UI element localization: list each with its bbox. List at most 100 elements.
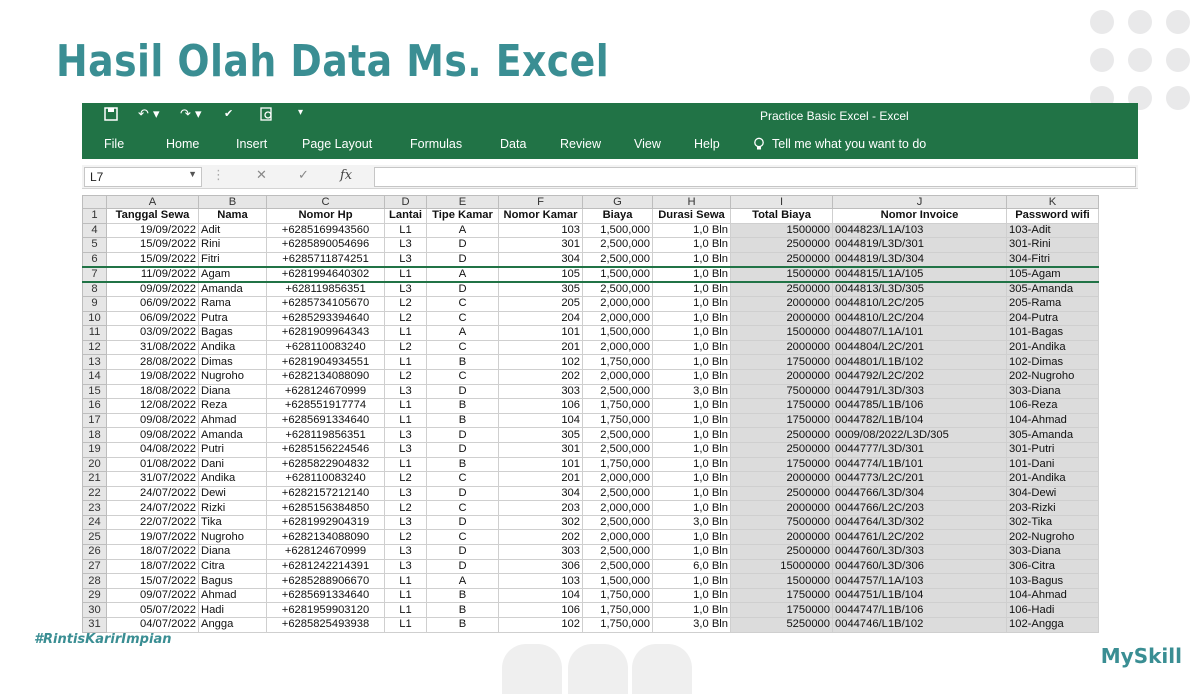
table-cell[interactable]: 1,750,000 bbox=[582, 398, 653, 414]
chevron-down-icon[interactable]: ▼ bbox=[188, 169, 197, 179]
table-cell[interactable]: L1 bbox=[384, 602, 427, 619]
table-cell[interactable]: 19/09/2022 bbox=[106, 222, 199, 239]
table-cell[interactable]: 09/08/2022 bbox=[106, 412, 199, 429]
table-cell[interactable]: 1,0 Bln bbox=[652, 310, 731, 327]
table-cell[interactable]: 302 bbox=[498, 514, 583, 531]
table-cell[interactable]: 1,0 Bln bbox=[652, 587, 731, 604]
table-cell[interactable]: 303 bbox=[498, 544, 583, 560]
column-header[interactable]: B bbox=[198, 195, 267, 209]
column-header[interactable]: G bbox=[582, 195, 653, 209]
table-cell[interactable]: 0044766/L3D/304 bbox=[832, 485, 1007, 502]
table-cell[interactable]: L1 bbox=[384, 617, 427, 633]
table-cell[interactable]: Andika bbox=[198, 471, 267, 487]
table-cell[interactable]: 2500000 bbox=[730, 544, 833, 560]
header-cell[interactable]: Tanggal Sewa bbox=[106, 208, 199, 224]
tab-review[interactable]: Review bbox=[560, 137, 601, 151]
header-cell[interactable]: Durasi Sewa bbox=[652, 208, 731, 224]
tab-view[interactable]: View bbox=[634, 137, 661, 151]
table-cell[interactable]: +628119856351 bbox=[266, 427, 385, 443]
table-cell[interactable]: 03/09/2022 bbox=[106, 325, 199, 341]
table-cell[interactable]: 304-Fitri bbox=[1006, 251, 1099, 268]
table-cell[interactable]: 0044773/L2C/201 bbox=[832, 471, 1007, 487]
table-cell[interactable]: D bbox=[426, 544, 499, 560]
table-cell[interactable]: 0044815/L1A/105 bbox=[832, 265, 1007, 283]
table-cell[interactable]: D bbox=[426, 383, 499, 400]
table-cell[interactable]: 101 bbox=[498, 456, 583, 473]
table-cell[interactable]: 1,0 Bln bbox=[652, 398, 731, 414]
row-number[interactable]: 30 bbox=[82, 602, 107, 619]
table-cell[interactable]: 15/09/2022 bbox=[106, 251, 199, 268]
table-cell[interactable]: 303-Diana bbox=[1006, 544, 1099, 560]
table-cell[interactable]: B bbox=[426, 587, 499, 604]
table-cell[interactable]: 1,0 Bln bbox=[652, 222, 731, 239]
table-cell[interactable]: Nugroho bbox=[198, 368, 267, 385]
table-cell[interactable]: 3,0 Bln bbox=[652, 383, 731, 400]
table-cell[interactable]: 0044823/L1A/103 bbox=[832, 222, 1007, 239]
table-cell[interactable]: +6285169943560 bbox=[266, 222, 385, 239]
table-cell[interactable]: L1 bbox=[384, 412, 427, 429]
table-cell[interactable]: 1,0 Bln bbox=[652, 237, 731, 253]
table-cell[interactable]: L1 bbox=[384, 325, 427, 341]
table-cell[interactable]: 102 bbox=[498, 354, 583, 370]
table-cell[interactable]: 1,0 Bln bbox=[652, 485, 731, 502]
row-number[interactable]: 26 bbox=[82, 544, 107, 560]
table-cell[interactable]: A bbox=[426, 325, 499, 341]
table-cell[interactable]: L3 bbox=[384, 441, 427, 458]
table-cell[interactable]: 305 bbox=[498, 427, 583, 443]
table-cell[interactable]: 1,0 Bln bbox=[652, 529, 731, 546]
table-cell[interactable]: 1,750,000 bbox=[582, 412, 653, 429]
table-cell[interactable]: Ahmad bbox=[198, 412, 267, 429]
table-cell[interactable]: C bbox=[426, 310, 499, 327]
column-header[interactable]: K bbox=[1006, 195, 1099, 209]
table-cell[interactable]: 1750000 bbox=[730, 587, 833, 604]
table-cell[interactable]: 1,750,000 bbox=[582, 354, 653, 370]
table-cell[interactable]: 0044810/L2C/205 bbox=[832, 295, 1007, 312]
function-icon[interactable]: fx bbox=[340, 168, 352, 183]
row-number[interactable]: 21 bbox=[82, 471, 107, 487]
table-cell[interactable]: +6285890054696 bbox=[266, 237, 385, 253]
table-cell[interactable]: 2000000 bbox=[730, 471, 833, 487]
table-cell[interactable]: 105-Agam bbox=[1006, 265, 1099, 283]
table-cell[interactable]: C bbox=[426, 295, 499, 312]
row-number[interactable]: 7 bbox=[82, 265, 107, 283]
customize-icon[interactable]: ▾ bbox=[298, 107, 303, 118]
table-cell[interactable]: 0044819/L3D/301 bbox=[832, 237, 1007, 253]
table-cell[interactable]: Amanda bbox=[198, 281, 267, 297]
table-cell[interactable]: B bbox=[426, 354, 499, 370]
table-cell[interactable]: 102 bbox=[498, 617, 583, 633]
table-cell[interactable]: 09/09/2022 bbox=[106, 281, 199, 297]
table-cell[interactable]: C bbox=[426, 471, 499, 487]
table-cell[interactable]: 0044751/L1B/104 bbox=[832, 587, 1007, 604]
row-number[interactable]: 9 bbox=[82, 295, 107, 312]
row-number[interactable]: 13 bbox=[82, 354, 107, 370]
row-number[interactable]: 24 bbox=[82, 514, 107, 531]
table-cell[interactable]: 301 bbox=[498, 237, 583, 253]
table-cell[interactable]: 2000000 bbox=[730, 368, 833, 385]
table-cell[interactable]: 18/07/2022 bbox=[106, 558, 199, 575]
table-cell[interactable]: 3,0 Bln bbox=[652, 514, 731, 531]
table-cell[interactable]: 202 bbox=[498, 368, 583, 385]
table-cell[interactable]: 2,000,000 bbox=[582, 500, 653, 516]
table-cell[interactable]: 202-Nugroho bbox=[1006, 368, 1099, 385]
table-cell[interactable]: L3 bbox=[384, 485, 427, 502]
table-cell[interactable]: L3 bbox=[384, 514, 427, 531]
table-cell[interactable]: 1,500,000 bbox=[582, 265, 653, 283]
table-cell[interactable]: 1,0 Bln bbox=[652, 456, 731, 473]
table-cell[interactable]: 2500000 bbox=[730, 427, 833, 443]
table-cell[interactable]: 1,0 Bln bbox=[652, 265, 731, 283]
table-cell[interactable]: D bbox=[426, 485, 499, 502]
table-cell[interactable]: 2,000,000 bbox=[582, 339, 653, 356]
column-header[interactable]: D bbox=[384, 195, 427, 209]
table-cell[interactable]: 2,500,000 bbox=[582, 441, 653, 458]
table-cell[interactable]: 0044760/L3D/303 bbox=[832, 544, 1007, 560]
table-cell[interactable]: 303-Diana bbox=[1006, 383, 1099, 400]
table-cell[interactable]: +6281959903120 bbox=[266, 602, 385, 619]
table-cell[interactable]: Adit bbox=[198, 222, 267, 239]
table-cell[interactable]: 103-Bagus bbox=[1006, 573, 1099, 589]
row-number[interactable]: 14 bbox=[82, 368, 107, 385]
table-cell[interactable]: 305 bbox=[498, 281, 583, 297]
table-cell[interactable]: 2,500,000 bbox=[582, 251, 653, 268]
header-cell[interactable]: Total Biaya bbox=[730, 208, 833, 224]
table-cell[interactable]: 28/08/2022 bbox=[106, 354, 199, 370]
column-header[interactable]: F bbox=[498, 195, 583, 209]
